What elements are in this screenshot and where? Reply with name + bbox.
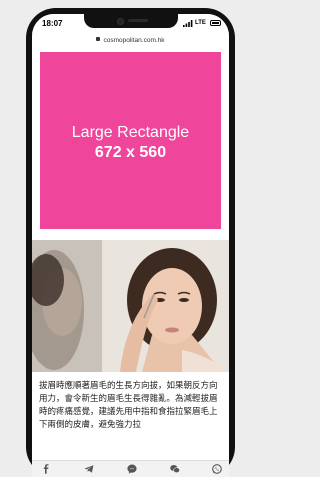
ad-title: Large Rectangle	[71, 124, 190, 141]
phone-screen: 18:07 LTE cosmopolitan.com.hk Large Rect…	[32, 14, 229, 477]
woman-plucking-eyebrows-image	[32, 240, 229, 372]
ad-size: 672 x 560	[94, 144, 167, 161]
status-time: 18:07	[42, 19, 63, 28]
address-bar[interactable]: cosmopolitan.com.hk	[32, 34, 229, 48]
signal-icon	[183, 20, 193, 27]
url-text: cosmopolitan.com.hk	[103, 37, 165, 44]
notch	[84, 14, 178, 28]
facebook-icon[interactable]	[41, 464, 51, 474]
telegram-icon[interactable]	[84, 464, 94, 474]
network-type: LTE	[195, 20, 206, 26]
messenger-icon[interactable]	[127, 464, 137, 474]
battery-icon	[210, 20, 221, 26]
wechat-icon[interactable]	[170, 464, 180, 474]
lock-icon	[96, 37, 101, 42]
article-text: 拔眉時應順著眉毛的生長方向拔，如果朝反方向用力，會令新生的眉毛生長得雜亂。為減輕…	[39, 380, 218, 429]
whatsapp-icon[interactable]	[212, 464, 222, 474]
share-bar	[32, 460, 229, 477]
front-camera-icon	[117, 18, 124, 25]
article-photo	[32, 240, 229, 372]
status-bar: 18:07 LTE	[32, 14, 229, 34]
speaker-icon	[128, 19, 148, 22]
ad-placeholder[interactable]: Large Rectangle 672 x 560	[40, 52, 221, 229]
